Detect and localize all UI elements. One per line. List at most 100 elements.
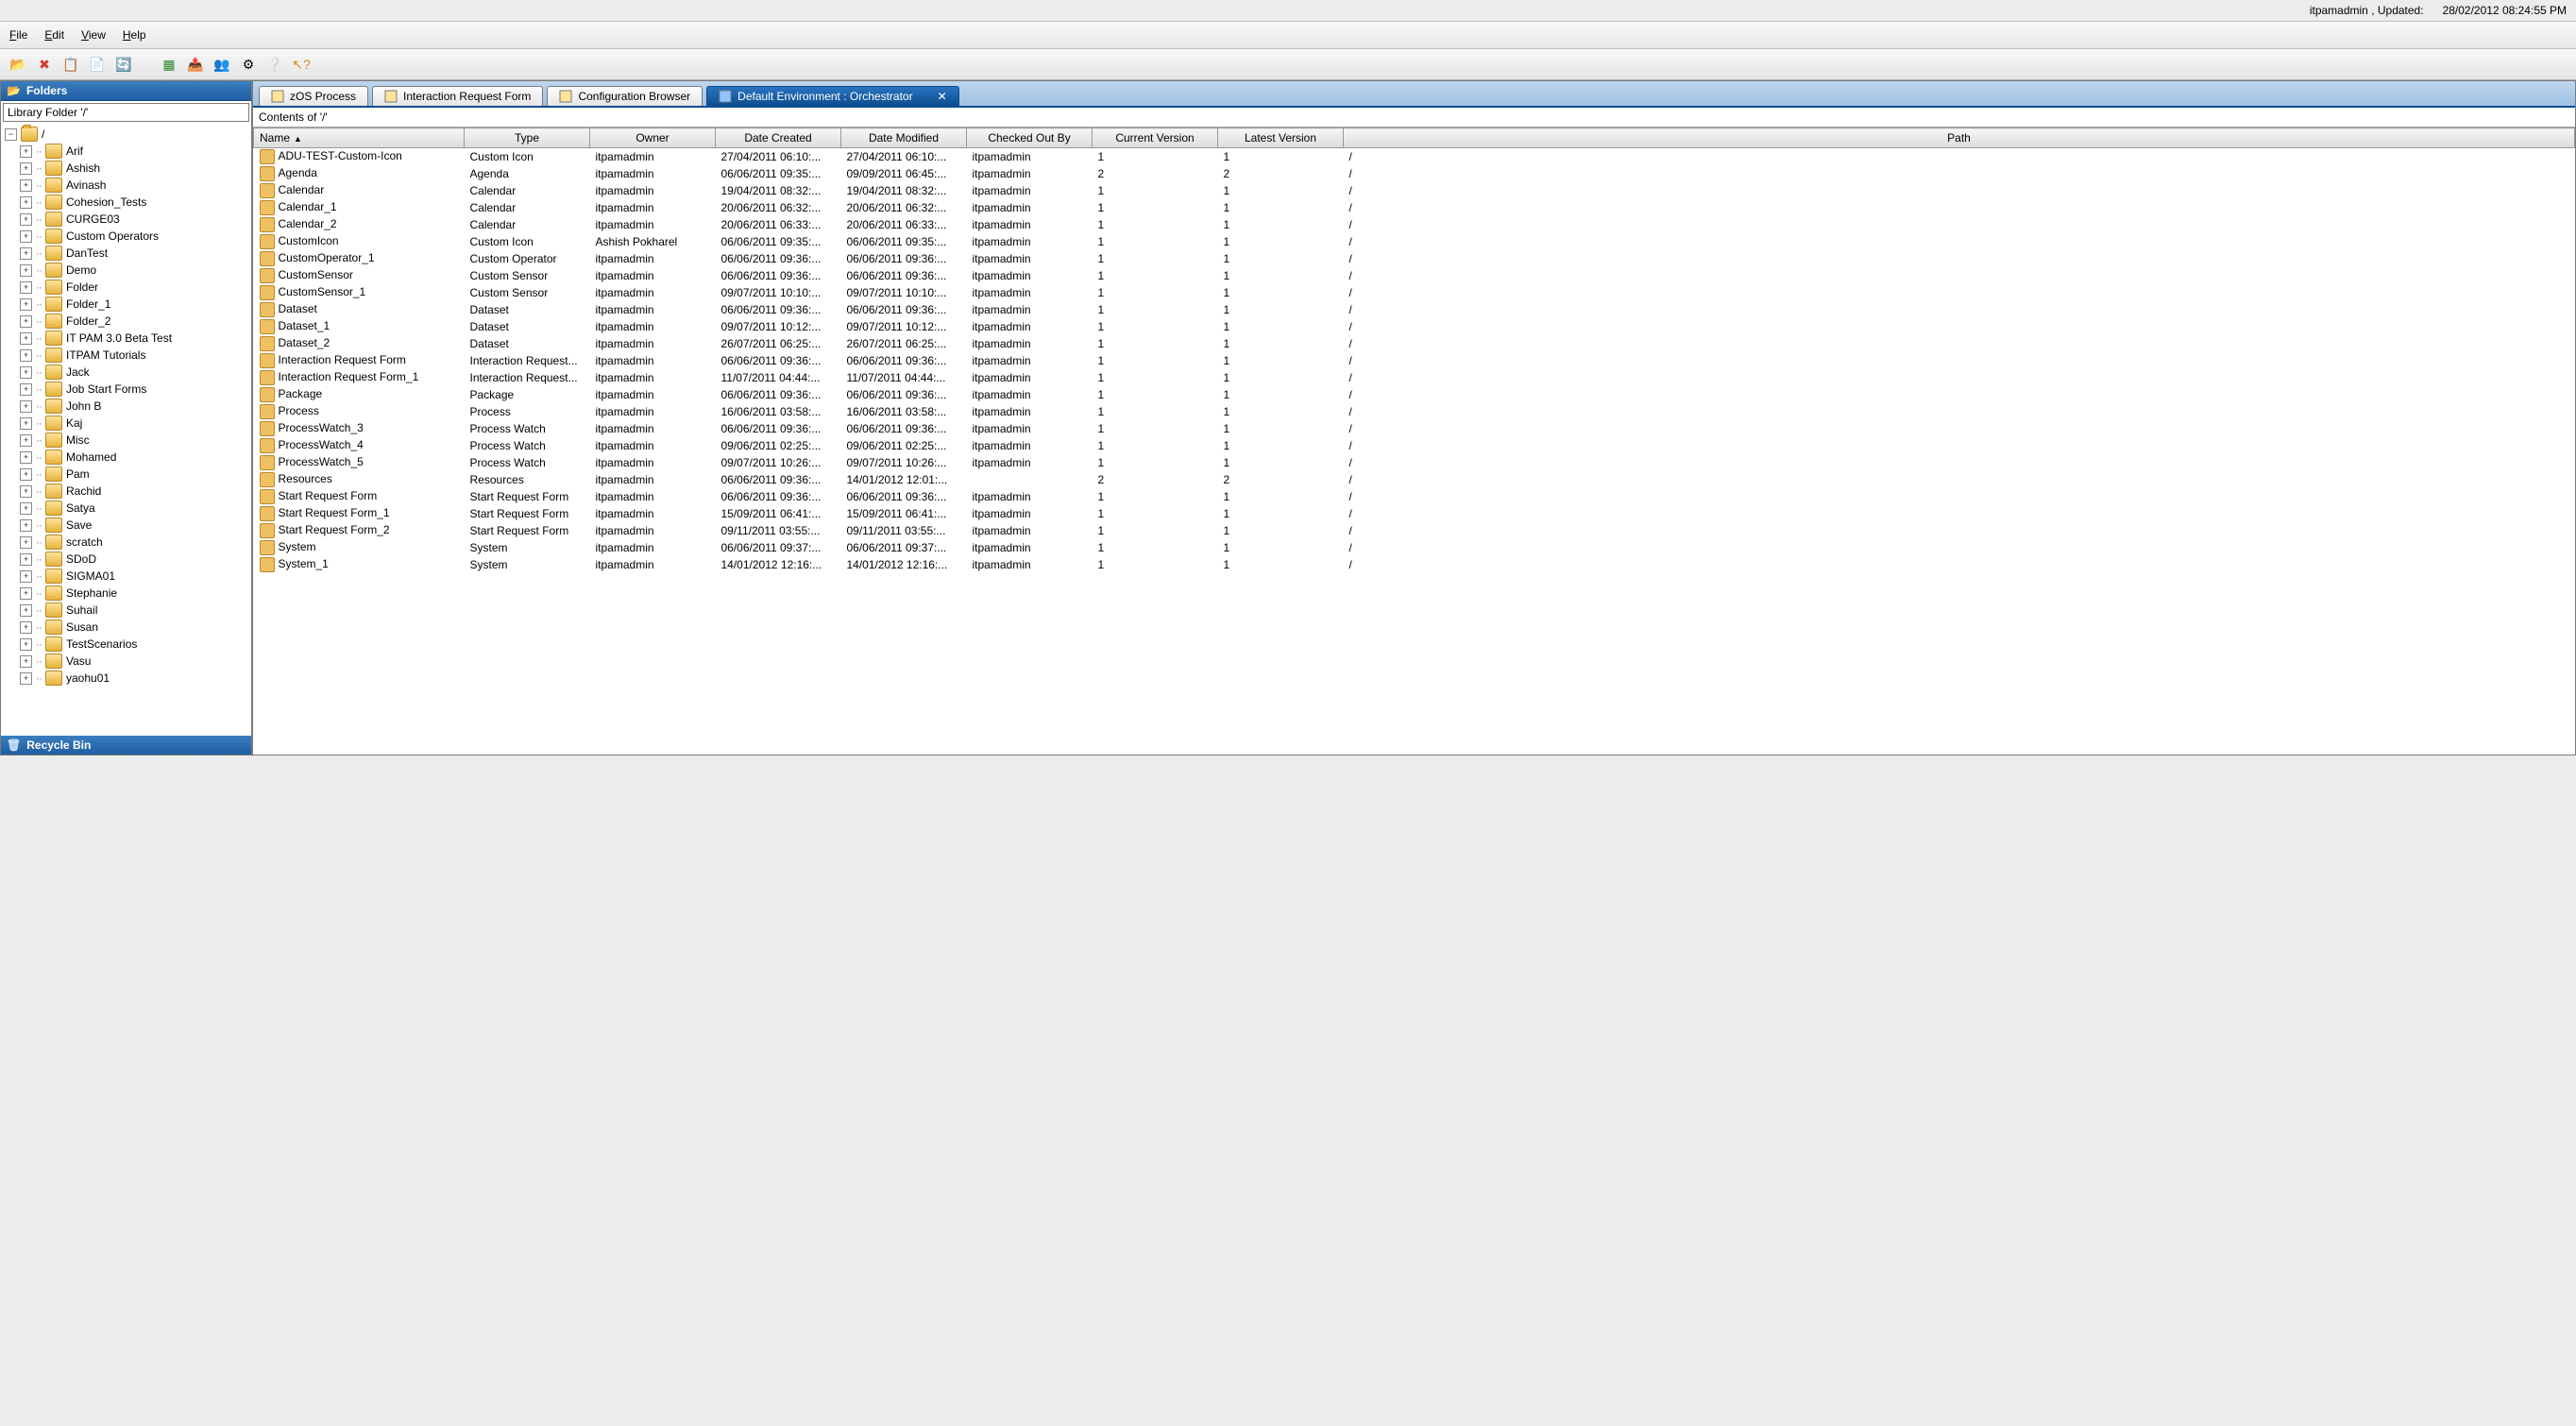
- tree-item[interactable]: +··Demo: [5, 262, 249, 279]
- expand-icon[interactable]: +: [20, 349, 32, 362]
- table-row[interactable]: PackagePackageitpamadmin06/06/2011 09:36…: [254, 386, 2575, 403]
- refresh-icon[interactable]: 🔄: [115, 56, 132, 73]
- expand-icon[interactable]: +: [20, 570, 32, 583]
- col-checkedout[interactable]: Checked Out By: [967, 128, 1093, 148]
- folders-panel-header[interactable]: 📂 Folders: [1, 81, 251, 101]
- tab[interactable]: Interaction Request Form: [372, 86, 543, 106]
- expand-icon[interactable]: +: [20, 434, 32, 447]
- users-icon[interactable]: 👥: [213, 56, 230, 73]
- expand-icon[interactable]: +: [20, 485, 32, 498]
- tree-item[interactable]: +··SIGMA01: [5, 568, 249, 585]
- close-icon[interactable]: ✕: [938, 90, 947, 103]
- table-row[interactable]: CustomOperator_1Custom Operatoritpamadmi…: [254, 250, 2575, 267]
- expand-icon[interactable]: +: [20, 417, 32, 430]
- tree-item[interactable]: +··Jack: [5, 364, 249, 381]
- tree-item[interactable]: +··scratch: [5, 534, 249, 551]
- table-row[interactable]: Dataset_1Datasetitpamadmin09/07/2011 10:…: [254, 318, 2575, 335]
- expand-icon[interactable]: +: [20, 315, 32, 328]
- menu-edit[interactable]: Edit: [44, 28, 64, 42]
- expand-icon[interactable]: +: [20, 179, 32, 192]
- table-row[interactable]: ProcessWatch_3Process Watchitpamadmin06/…: [254, 420, 2575, 437]
- export-icon[interactable]: 📤: [187, 56, 204, 73]
- tree-item[interactable]: +··TestScenarios: [5, 636, 249, 653]
- table-row[interactable]: CustomIconCustom IconAshish Pokharel06/0…: [254, 233, 2575, 250]
- expand-icon[interactable]: +: [20, 553, 32, 566]
- table-row[interactable]: CalendarCalendaritpamadmin19/04/2011 08:…: [254, 182, 2575, 199]
- expand-icon[interactable]: +: [20, 247, 32, 260]
- expand-icon[interactable]: +: [20, 213, 32, 226]
- folder-tree[interactable]: − / +··Arif+··Ashish+··Avinash+··Cohesio…: [1, 124, 251, 736]
- tree-item[interactable]: +··SDoD: [5, 551, 249, 568]
- delete-icon[interactable]: ✖: [36, 56, 53, 73]
- col-latest-version[interactable]: Latest Version: [1218, 128, 1344, 148]
- expand-icon[interactable]: +: [20, 281, 32, 294]
- tree-item[interactable]: +··Pam: [5, 466, 249, 483]
- table-row[interactable]: CustomSensorCustom Sensoritpamadmin06/06…: [254, 267, 2575, 284]
- menu-file[interactable]: File: [9, 28, 27, 42]
- tree-item[interactable]: +··DanTest: [5, 245, 249, 262]
- tree-item[interactable]: +··Vasu: [5, 653, 249, 670]
- tree-root[interactable]: − /: [5, 126, 249, 143]
- expand-icon[interactable]: +: [20, 162, 32, 175]
- table-row[interactable]: Interaction Request FormInteraction Requ…: [254, 352, 2575, 369]
- tree-item[interactable]: +··Custom Operators: [5, 228, 249, 245]
- tree-item[interactable]: +··Misc: [5, 432, 249, 449]
- recycle-bin-header[interactable]: 🗑 Recycle Bin: [1, 736, 251, 755]
- collapse-icon[interactable]: −: [5, 128, 17, 141]
- table-row[interactable]: Start Request FormStart Request Formitpa…: [254, 488, 2575, 505]
- col-modified[interactable]: Date Modified: [841, 128, 967, 148]
- data-grid[interactable]: Name▲ Type Owner Date Created Date Modif…: [253, 127, 2575, 755]
- tree-item[interactable]: +··John B: [5, 398, 249, 415]
- table-row[interactable]: System_1Systemitpamadmin14/01/2012 12:16…: [254, 556, 2575, 573]
- col-created[interactable]: Date Created: [716, 128, 841, 148]
- tree-item[interactable]: +··Folder: [5, 279, 249, 296]
- tree-item[interactable]: +··Suhail: [5, 602, 249, 619]
- help-icon[interactable]: ❔: [266, 56, 283, 73]
- paste-icon[interactable]: 📄: [89, 56, 106, 73]
- copy-icon[interactable]: 📋: [62, 56, 79, 73]
- tab[interactable]: Default Environment : Orchestrator✕: [706, 86, 958, 106]
- expand-icon[interactable]: +: [20, 332, 32, 345]
- table-row[interactable]: ProcessProcessitpamadmin16/06/2011 03:58…: [254, 403, 2575, 420]
- menu-help[interactable]: Help: [123, 28, 146, 42]
- tree-item[interactable]: +··Folder_2: [5, 313, 249, 330]
- col-owner[interactable]: Owner: [590, 128, 716, 148]
- table-row[interactable]: ADU-TEST-Custom-IconCustom Iconitpamadmi…: [254, 148, 2575, 166]
- tree-item[interactable]: +··Mohamed: [5, 449, 249, 466]
- table-row[interactable]: Start Request Form_2Start Request Formit…: [254, 522, 2575, 539]
- table-row[interactable]: ProcessWatch_4Process Watchitpamadmin09/…: [254, 437, 2575, 454]
- grid-icon[interactable]: ▦: [161, 56, 178, 73]
- expand-icon[interactable]: +: [20, 383, 32, 396]
- table-row[interactable]: SystemSystemitpamadmin06/06/2011 09:37:.…: [254, 539, 2575, 556]
- expand-icon[interactable]: +: [20, 196, 32, 209]
- col-current-version[interactable]: Current Version: [1093, 128, 1218, 148]
- expand-icon[interactable]: +: [20, 400, 32, 413]
- expand-icon[interactable]: +: [20, 655, 32, 668]
- expand-icon[interactable]: +: [20, 587, 32, 600]
- col-name[interactable]: Name▲: [254, 128, 465, 148]
- open-folder-icon[interactable]: 📂: [9, 56, 26, 73]
- table-row[interactable]: Interaction Request Form_1Interaction Re…: [254, 369, 2575, 386]
- expand-icon[interactable]: +: [20, 502, 32, 515]
- tree-item[interactable]: +··Rachid: [5, 483, 249, 500]
- col-type[interactable]: Type: [465, 128, 590, 148]
- tree-item[interactable]: +··Ashish: [5, 160, 249, 177]
- expand-icon[interactable]: +: [20, 519, 32, 532]
- col-path[interactable]: Path: [1344, 128, 2575, 148]
- settings-icon[interactable]: ⚙: [240, 56, 257, 73]
- expand-icon[interactable]: +: [20, 672, 32, 685]
- expand-icon[interactable]: +: [20, 621, 32, 634]
- table-row[interactable]: ResourcesResourcesitpamadmin06/06/2011 0…: [254, 471, 2575, 488]
- table-row[interactable]: Dataset_2Datasetitpamadmin26/07/2011 06:…: [254, 335, 2575, 352]
- tab[interactable]: Configuration Browser: [547, 86, 703, 106]
- table-row[interactable]: Start Request Form_1Start Request Formit…: [254, 505, 2575, 522]
- whatsthis-icon[interactable]: ↖?: [293, 56, 310, 73]
- expand-icon[interactable]: +: [20, 145, 32, 158]
- expand-icon[interactable]: +: [20, 230, 32, 243]
- tree-item[interactable]: +··IT PAM 3.0 Beta Test: [5, 330, 249, 347]
- expand-icon[interactable]: +: [20, 298, 32, 311]
- tree-item[interactable]: +··Susan: [5, 619, 249, 636]
- tree-item[interactable]: +··Avinash: [5, 177, 249, 194]
- tree-item[interactable]: +··Job Start Forms: [5, 381, 249, 398]
- expand-icon[interactable]: +: [20, 468, 32, 481]
